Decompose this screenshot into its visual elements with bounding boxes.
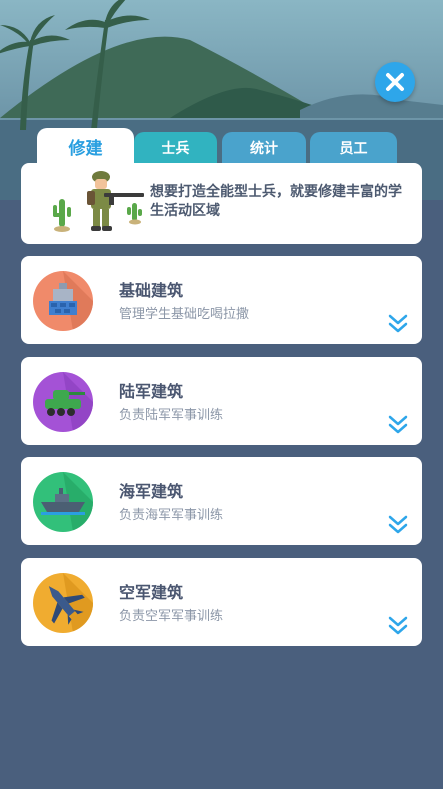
chevron-double-down-icon[interactable]: [387, 614, 409, 636]
intro-card: 想要打造全能型士兵，就要修建丰富的学生活动区域: [21, 163, 422, 244]
tank-icon: [33, 372, 93, 432]
tab-statistics[interactable]: 统计: [222, 132, 306, 164]
chevron-double-down-icon[interactable]: [387, 513, 409, 535]
tab-bar: 士兵 统计 员工 修建: [37, 128, 407, 164]
building-description: 负责空军军事训练: [119, 609, 224, 624]
warship-icon: [33, 472, 93, 532]
soldier-illustration: [53, 171, 144, 232]
building-card-navy[interactable]: 海军建筑 负责海军军事训练: [21, 457, 422, 545]
close-button[interactable]: [375, 62, 415, 102]
building-card-army[interactable]: 陆军建筑 负责陆军军事训练: [21, 357, 422, 445]
building-description: 负责海军军事训练: [119, 508, 224, 523]
close-icon: [386, 73, 404, 91]
building-description: 负责陆军军事训练: [119, 408, 224, 423]
building-title: 陆军建筑: [119, 382, 184, 401]
building-title: 海军建筑: [119, 482, 184, 501]
barracks-icon: [33, 271, 93, 331]
chevron-double-down-icon[interactable]: [387, 413, 409, 435]
intro-text: 想要打造全能型士兵，就要修建丰富的学生活动区域: [150, 184, 402, 219]
building-title: 空军建筑: [119, 583, 184, 602]
tab-build[interactable]: 修建: [37, 128, 134, 164]
building-description: 管理学生基础吃喝拉撒: [119, 307, 250, 322]
building-card-airforce[interactable]: 空军建筑 负责空军军事训练: [21, 558, 422, 646]
tab-soldiers[interactable]: 士兵: [134, 132, 217, 164]
jet-icon: [33, 573, 93, 633]
building-title: 基础建筑: [119, 281, 184, 300]
chevron-double-down-icon[interactable]: [387, 312, 409, 334]
tab-staff[interactable]: 员工: [310, 132, 397, 164]
building-card-basic[interactable]: 基础建筑 管理学生基础吃喝拉撒: [21, 256, 422, 344]
